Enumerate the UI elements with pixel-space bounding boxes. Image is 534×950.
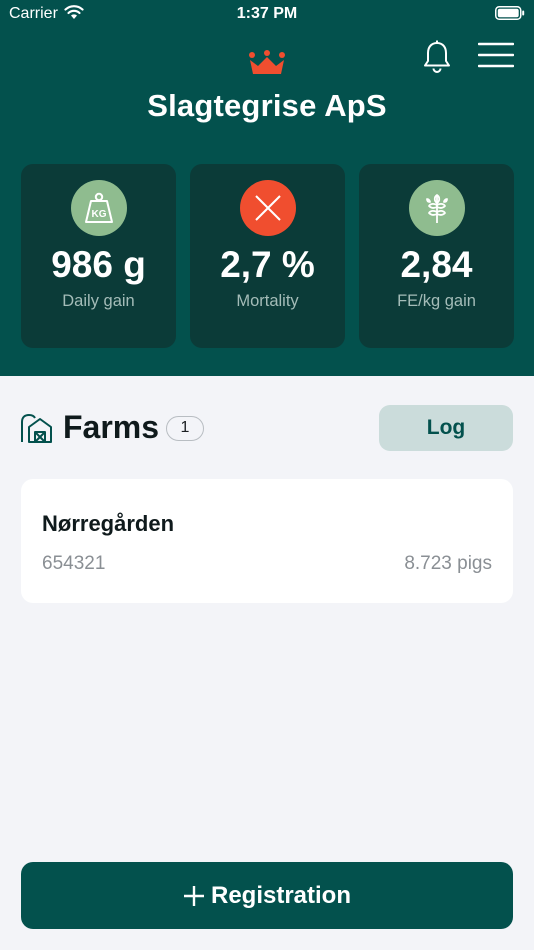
- battery-icon: [495, 6, 525, 25]
- kpi-value: 2,7 %: [220, 244, 315, 285]
- hamburger-menu-icon[interactable]: [477, 42, 515, 73]
- farm-name: Nørregården: [42, 511, 175, 536]
- farms-count-badge: 1: [166, 416, 204, 441]
- weight-kg-icon: KG: [71, 180, 127, 236]
- weight-kg-icon-text: KG: [92, 209, 107, 220]
- company-title: Slagtegrise ApS: [147, 88, 387, 123]
- header: Carrier 1:37 PM Slagtegrise ApS KG 986 g…: [0, 0, 534, 376]
- farm-pig-count: 8.723 pigs: [404, 553, 492, 574]
- kpi-label: Daily gain: [62, 292, 135, 310]
- log-button[interactable]: Log: [379, 405, 513, 451]
- kpi-card-daily-gain[interactable]: KG 986 g Daily gain: [21, 164, 176, 348]
- bell-icon[interactable]: [422, 40, 452, 79]
- kpi-card-fe-kg-gain[interactable]: 2,84 FE/kg gain: [359, 164, 514, 348]
- kpi-card-mortality[interactable]: 2,7 % Mortality: [190, 164, 345, 348]
- close-x-icon: [240, 180, 296, 236]
- status-time: 1:37 PM: [236, 5, 298, 22]
- registration-label: Registration: [210, 881, 351, 909]
- kpi-value: 2,84: [400, 244, 473, 285]
- farm-list-item[interactable]: Nørregården 654321 8.723 pigs: [21, 479, 513, 603]
- kpi-label: FE/kg gain: [397, 292, 476, 310]
- farms-title: Farms: [63, 409, 160, 445]
- status-bar: Carrier 1:37 PM: [0, 0, 534, 28]
- farm-id: 654321: [42, 553, 106, 574]
- plus-icon: [183, 885, 205, 907]
- wheat-icon: [409, 180, 465, 236]
- farm-barn-icon: [20, 413, 52, 448]
- registration-button[interactable]: Registration: [21, 862, 513, 929]
- kpi-value: 986 g: [51, 244, 146, 285]
- crown-icon: [248, 50, 286, 81]
- kpi-label: Mortality: [236, 292, 299, 310]
